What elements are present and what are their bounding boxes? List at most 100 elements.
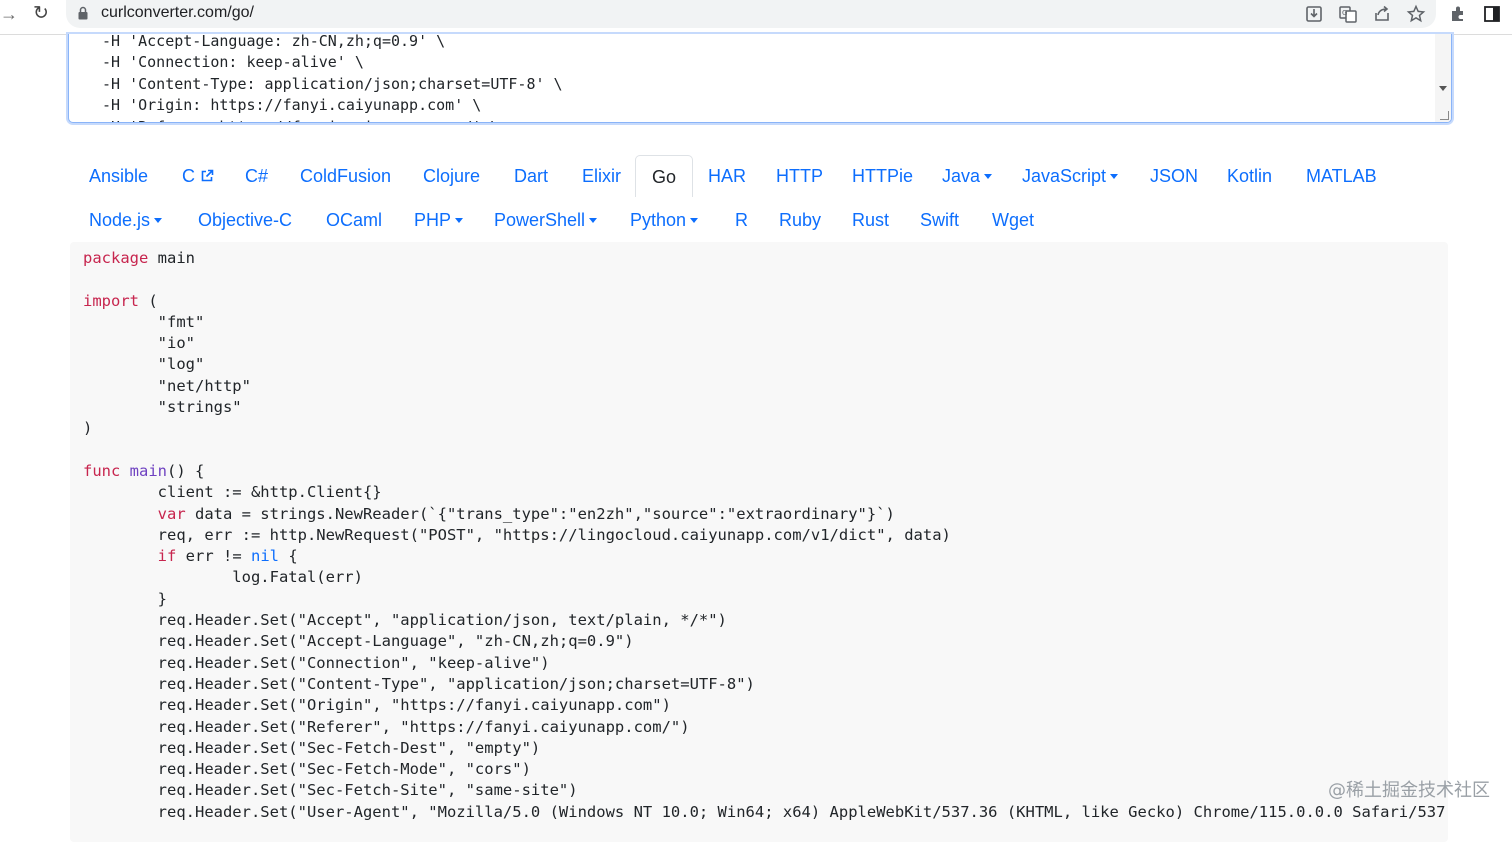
curl-line: -H 'Referer: https://fanyi.caiyunapp.com…: [102, 118, 499, 122]
code-keyword: import: [83, 291, 139, 310]
code-line: if err != nil {: [83, 547, 298, 565]
code-token: req.Header.Set("Sec-Fetch-Site", "same-s…: [83, 781, 578, 800]
code-line: req.Header.Set("Content-Type", "applicat…: [83, 675, 755, 693]
tab-label: JavaScript: [1022, 166, 1107, 186]
code-line: req.Header.Set("Accept", "application/js…: [83, 611, 727, 629]
code-line: req.Header.Set("Sec-Fetch-Site", "same-s…: [83, 781, 578, 799]
tab-ansible[interactable]: Ansible: [73, 155, 164, 197]
tab-dart[interactable]: Dart: [498, 155, 564, 197]
lock-icon[interactable]: [78, 6, 88, 20]
curl-command-input[interactable]: -H 'Accept-Language: zh-CN,zh;q=0.9' \ -…: [68, 34, 1452, 123]
tab-c[interactable]: C: [166, 155, 230, 197]
tab-kotlin[interactable]: Kotlin: [1211, 155, 1288, 197]
tab-label: ColdFusion: [300, 166, 392, 186]
bookmark-star-icon[interactable]: [1406, 4, 1426, 24]
textarea-scrollbar[interactable]: [1435, 34, 1451, 122]
curl-line: -H 'Content-Type: application/json;chars…: [102, 74, 563, 93]
tab-json[interactable]: JSON: [1134, 155, 1214, 197]
code-token: "net/http": [83, 376, 251, 395]
code-line: req.Header.Set("Origin", "https://fanyi.…: [83, 696, 671, 714]
code-token: req.Header.Set("User-Agent", "Mozilla/5.…: [83, 802, 1446, 821]
share-icon[interactable]: [1372, 4, 1392, 24]
extensions-icon[interactable]: [1448, 4, 1468, 24]
code-output-panel: package main import ( "fmt" "io" "log" "…: [70, 242, 1448, 842]
tab-har[interactable]: HAR: [692, 155, 762, 197]
caret-down-icon: [690, 218, 699, 223]
code-token: (: [139, 291, 158, 310]
tab-swift[interactable]: Swift: [904, 199, 975, 241]
tab-label: HTTP: [776, 166, 823, 186]
tab-matlab[interactable]: MATLAB: [1290, 155, 1393, 197]
tab-csharp[interactable]: C#: [229, 155, 284, 197]
tab-label: C#: [245, 166, 269, 186]
tab-ruby[interactable]: Ruby: [763, 199, 837, 241]
code-line: req.Header.Set("Connection", "keep-alive…: [83, 654, 550, 672]
code-token: main: [157, 249, 195, 267]
code-line: func main() {: [83, 462, 204, 480]
code-token: }: [83, 589, 167, 608]
forward-icon[interactable]: →: [0, 5, 18, 25]
tab-http[interactable]: HTTP: [760, 155, 839, 197]
tab-javascript[interactable]: JavaScript: [1006, 155, 1134, 197]
tab-label: PHP: [414, 210, 452, 230]
code-token: req.Header.Set("Content-Type", "applicat…: [83, 674, 755, 693]
tab-label: Python: [630, 210, 687, 230]
tab-wget[interactable]: Wget: [976, 199, 1050, 241]
code-line: req.Header.Set("Accept-Language", "zh-CN…: [83, 632, 634, 650]
tab-label: Rust: [852, 210, 890, 230]
tab-label: Node.js: [89, 210, 151, 230]
code-token: req.Header.Set("Origin", "https://fanyi.…: [83, 696, 671, 715]
code-line: "strings": [83, 398, 242, 416]
code-line: req, err := http.NewRequest("POST", "htt…: [83, 526, 951, 544]
code-token: "strings": [83, 398, 242, 417]
tab-rust[interactable]: Rust: [836, 199, 905, 241]
caret-down-icon: [154, 218, 163, 223]
tab-python[interactable]: Python: [614, 199, 714, 241]
code-token: () {: [167, 461, 205, 480]
generated-go-code[interactable]: package main import ( "fmt" "io" "log" "…: [83, 248, 1445, 823]
code-token: "log": [83, 355, 205, 374]
caret-down-icon: [589, 218, 598, 223]
code-keyword: nil: [250, 547, 279, 566]
code-line: req.Header.Set("Referer", "https://fanyi…: [83, 718, 690, 736]
address-bar[interactable]: [66, 0, 1436, 28]
code-token: data = strings.NewReader(`{"trans_type":…: [185, 504, 895, 523]
tab-label: Ansible: [89, 166, 149, 186]
tab-label: JSON: [1150, 166, 1199, 186]
tab-objective-c[interactable]: Objective-C: [182, 199, 308, 241]
tab-httpie[interactable]: HTTPie: [836, 155, 929, 197]
install-icon[interactable]: [1304, 4, 1324, 24]
code-line: var data = strings.NewReader(`{"trans_ty…: [83, 505, 895, 523]
tab-r[interactable]: R: [719, 199, 764, 241]
caret-down-icon: [455, 218, 464, 223]
code-token: req.Header.Set("Sec-Fetch-Dest", "empty"…: [83, 738, 541, 757]
tab-node-js[interactable]: Node.js: [73, 199, 178, 241]
tab-clojure[interactable]: Clojure: [407, 155, 496, 197]
tab-powershell[interactable]: PowerShell: [478, 199, 613, 241]
code-line: req.Header.Set("Sec-Fetch-Dest", "empty"…: [83, 738, 541, 757]
curl-command-text[interactable]: -H 'Accept-Language: zh-CN,zh;q=0.9' \ -…: [102, 34, 563, 122]
side-panel-icon[interactable]: [1482, 4, 1502, 24]
url-text[interactable]: curlconverter.com/go/: [101, 4, 254, 22]
tab-label: C: [182, 166, 195, 186]
watermark: @稀土掘金技术社区: [1328, 780, 1490, 801]
tab-label: Go: [652, 167, 677, 187]
code-token: req.Header.Set("Accept-Language", "zh-CN…: [83, 632, 634, 651]
code-keyword: var: [157, 504, 186, 523]
tab-java[interactable]: Java: [926, 155, 1008, 197]
tab-elixir[interactable]: Elixir: [566, 155, 637, 197]
scroll-down-icon[interactable]: [1439, 86, 1447, 91]
code-token: req.Header.Set("Connection", "keep-alive…: [83, 653, 550, 672]
reload-icon[interactable]: ↻: [33, 4, 53, 24]
tab-coldfusion[interactable]: ColdFusion: [284, 155, 407, 197]
code-keyword: main: [129, 461, 167, 480]
tab-go[interactable]: Go: [635, 155, 694, 197]
translate-icon[interactable]: G: [1338, 4, 1358, 24]
tab-php[interactable]: PHP: [398, 199, 479, 241]
tab-ocaml[interactable]: OCaml: [310, 199, 398, 241]
resize-handle-icon[interactable]: [1440, 111, 1449, 120]
svg-text:G: G: [1342, 9, 1347, 17]
